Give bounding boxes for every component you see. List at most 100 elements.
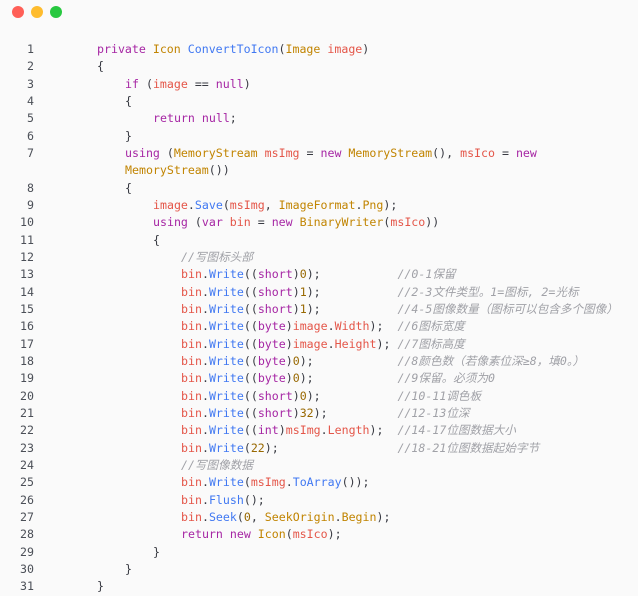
code-text: using (var bin = new BinaryWriter(msIco)… <box>153 214 439 231</box>
code-token: . <box>201 336 209 351</box>
code-token: , <box>264 197 279 212</box>
line-number: 2 <box>27 59 34 74</box>
code-token: 0 <box>299 388 307 403</box>
code-text: //写图标头部 <box>181 249 253 266</box>
code-line: 13 bin.Write((short)0); //0-1保留 <box>0 266 638 283</box>
code-token: { <box>153 232 160 247</box>
code-token: ); <box>306 301 321 316</box>
line-number: 1 <box>27 42 34 56</box>
code-text: { <box>97 58 104 75</box>
code-line: 30} <box>0 561 638 578</box>
code-token: new <box>515 145 537 160</box>
code-text: } <box>125 128 132 145</box>
code-token: 0 <box>299 267 307 282</box>
code-token: using <box>125 145 167 160</box>
code-token: Write <box>208 423 244 438</box>
code-token: bin <box>181 353 202 368</box>
code-token: null <box>201 111 230 126</box>
code-token: . <box>201 475 209 490</box>
code-line: 19 bin.Write((byte)0); //9保留。必须为0 <box>0 370 638 387</box>
code-token: using <box>153 215 195 230</box>
line-number: 10 <box>20 215 34 230</box>
code-token: //14-17位图数据大小 <box>397 423 516 438</box>
minimize-window-button[interactable] <box>31 6 43 18</box>
code-token: //写图标头部 <box>181 249 253 264</box>
code-token: var <box>201 215 230 230</box>
code-text: bin.Write((short)0); //10-11调色板 <box>181 388 481 405</box>
code-token: msImg <box>285 423 321 438</box>
code-token: ( <box>166 145 174 160</box>
code-token: Width <box>334 319 370 334</box>
code-text: image.Save(msImg, ImageFormat.Png); <box>153 197 397 214</box>
code-token: . <box>201 353 209 368</box>
code-token: } <box>125 128 132 143</box>
code-token: //4-5图像数量（图标可以包含多个图像） <box>397 301 618 316</box>
code-token: Write <box>208 405 244 420</box>
code-token: . <box>201 301 209 316</box>
code-token: bin <box>181 301 202 316</box>
code-token: . <box>201 509 209 524</box>
line-number: 16 <box>20 319 34 334</box>
line-number: 12 <box>20 249 34 264</box>
zoom-window-button[interactable] <box>50 6 62 18</box>
code-text: } <box>97 578 104 595</box>
code-token: ( <box>243 440 251 455</box>
code-token: image <box>292 336 328 351</box>
code-token: bin <box>181 267 202 282</box>
code-line: 2{ <box>0 58 638 75</box>
code-token: image <box>153 197 188 212</box>
code-token: short <box>257 388 293 403</box>
code-token: (( <box>243 353 258 368</box>
code-line: 15 bin.Write((short)1); //4-5图像数量（图标可以包含多… <box>0 301 638 318</box>
code-token: ); <box>306 267 321 282</box>
code-token: . <box>201 267 209 282</box>
code-line: 25 bin.Write(msImg.ToArray()); <box>0 474 638 491</box>
code-token: ) <box>292 284 300 299</box>
line-number: 3 <box>27 76 34 91</box>
line-number: 25 <box>20 475 34 490</box>
code-token: bin <box>181 319 202 334</box>
code-token: 0 <box>243 509 251 524</box>
code-token: short <box>257 301 293 316</box>
code-token: } <box>153 544 160 559</box>
code-token: new <box>271 215 300 230</box>
code-token: ); <box>376 509 391 524</box>
code-token: 32 <box>299 405 314 420</box>
code-token: //9保留。必须为0 <box>397 371 495 386</box>
code-token: msIco <box>460 145 502 160</box>
code-token: //0-1保留 <box>397 267 456 282</box>
code-token: ) <box>285 353 293 368</box>
code-token: . <box>327 319 335 334</box>
code-token: Begin <box>341 509 377 524</box>
code-token: ); <box>306 284 321 299</box>
code-line: 11 { <box>0 232 638 249</box>
code-token: if <box>125 76 146 91</box>
line-number: 31 <box>20 579 34 594</box>
code-token: MemoryStream <box>348 145 433 160</box>
code-line: 8{ <box>0 180 638 197</box>
code-text: bin.Write((short)0); //0-1保留 <box>181 266 456 283</box>
code-line: 27 bin.Seek(0, SeekOrigin.Begin); <box>0 509 638 526</box>
code-token: Write <box>208 388 244 403</box>
line-number: 23 <box>20 440 34 455</box>
code-text: bin.Write((byte)image.Height); //7图标高度 <box>181 336 465 353</box>
code-text: { <box>125 93 132 110</box>
code-token: ; <box>229 111 237 126</box>
code-token: msIco <box>390 215 426 230</box>
code-line: 21 bin.Write((short)32); //12-13位深 <box>0 405 638 422</box>
code-token: . <box>201 319 209 334</box>
code-text: bin.Write((byte)0); //8颜色数（若像素位深≥8，填0。） <box>181 353 584 370</box>
code-token: = <box>257 215 272 230</box>
close-window-button[interactable] <box>12 6 24 18</box>
code-token: bin <box>229 215 258 230</box>
code-token: bin <box>181 509 202 524</box>
code-token: { <box>97 59 104 74</box>
code-token: msIco <box>292 527 328 542</box>
code-token: = <box>306 145 321 160</box>
code-token: bin <box>181 475 202 490</box>
code-token: Write <box>208 440 244 455</box>
code-token: (( <box>243 267 258 282</box>
